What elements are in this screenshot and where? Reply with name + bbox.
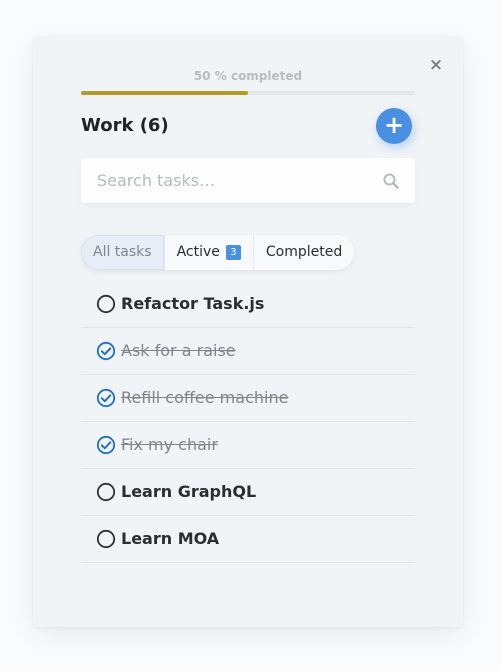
add-task-button[interactable]: + [376, 108, 412, 144]
progress-label: 50 % completed [193, 69, 303, 83]
todo-panel: × 50 % completed Work (6) + All tasks Ac… [33, 36, 463, 627]
unchecked-circle-icon[interactable] [96, 529, 116, 549]
list-title: Work (6) [81, 115, 169, 136]
checked-circle-icon[interactable] [96, 435, 116, 455]
task-item[interactable]: Refactor Task.js [81, 281, 415, 328]
unchecked-circle-icon[interactable] [96, 294, 116, 314]
search-icon[interactable] [382, 172, 400, 190]
unchecked-circle-icon[interactable] [96, 482, 116, 502]
task-list: Refactor Task.js Ask for a raise Refill co… [81, 281, 415, 563]
task-item[interactable]: Fix my chair [81, 422, 415, 469]
search-box [81, 158, 415, 203]
plus-icon: + [383, 111, 405, 139]
tab-label: Completed [265, 244, 343, 260]
task-item[interactable]: Refill coffee machine [81, 375, 415, 422]
task-label: Refill coffee machine [121, 388, 289, 407]
task-label: Ask for a raise [121, 341, 236, 360]
task-label: Refactor Task.js [121, 294, 265, 313]
filter-tabs: All tasks Active 3 Completed [81, 235, 355, 270]
active-count-badge: 3 [225, 245, 241, 260]
tab-label: All tasks [93, 244, 152, 260]
progress-bar-fill [81, 91, 248, 95]
tab-label: Active [176, 244, 220, 260]
task-item[interactable]: Learn MOA [81, 516, 415, 563]
task-item[interactable]: Ask for a raise [81, 328, 415, 375]
search-input[interactable] [81, 158, 393, 203]
close-icon[interactable]: × [427, 56, 445, 74]
task-label: Learn GraphQL [121, 482, 257, 501]
task-label: Learn MOA [121, 529, 220, 548]
checked-circle-icon[interactable] [96, 388, 116, 408]
tab-completed[interactable]: Completed [252, 235, 354, 270]
progress-bar [81, 91, 415, 95]
task-label: Fix my chair [121, 435, 218, 454]
task-item[interactable]: Learn GraphQL [81, 469, 415, 516]
checked-circle-icon[interactable] [96, 341, 116, 361]
tab-all-tasks[interactable]: All tasks [81, 235, 164, 270]
tab-active[interactable]: Active 3 [163, 235, 253, 270]
